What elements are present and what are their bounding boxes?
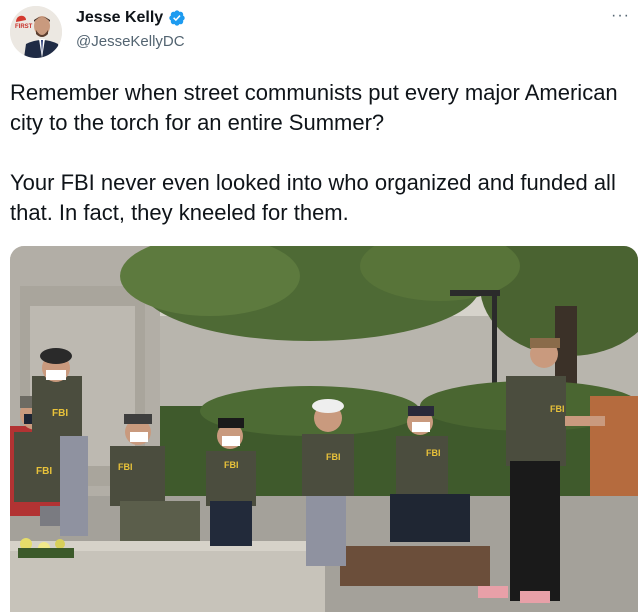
photo-scene: FBI FBI FBI FBI FBI FBI FBI [10,246,638,612]
avatar[interactable]: FIRST [10,6,62,58]
vest-label: FBI [52,408,68,419]
vest-label: FBI [426,448,441,458]
tweet-paragraph: Your FBI never even looked into who orga… [10,170,616,225]
vest-label: FBI [118,462,133,472]
handle[interactable]: @JesseKellyDC [76,33,185,50]
vest-label: FBI [550,404,565,414]
verified-badge-icon [169,10,185,26]
avatar-badge-text: FIRST [15,24,33,30]
tweet-header: FIRST Jesse Kelly @JesseKellyDC ··· [0,0,640,64]
tweet-photo[interactable]: FBI FBI FBI FBI FBI FBI FBI [10,246,638,612]
vest-label: FBI [326,452,341,462]
display-name[interactable]: Jesse Kelly [76,9,163,27]
vest-label: FBI [224,460,239,470]
tweet-text: Remember when street communists put ever… [10,78,625,228]
tweet-paragraph: Remember when street communists put ever… [10,80,618,135]
more-options-icon[interactable]: ··· [611,7,630,25]
vest-label: FBI [36,466,52,477]
name-row: Jesse Kelly [76,9,186,27]
